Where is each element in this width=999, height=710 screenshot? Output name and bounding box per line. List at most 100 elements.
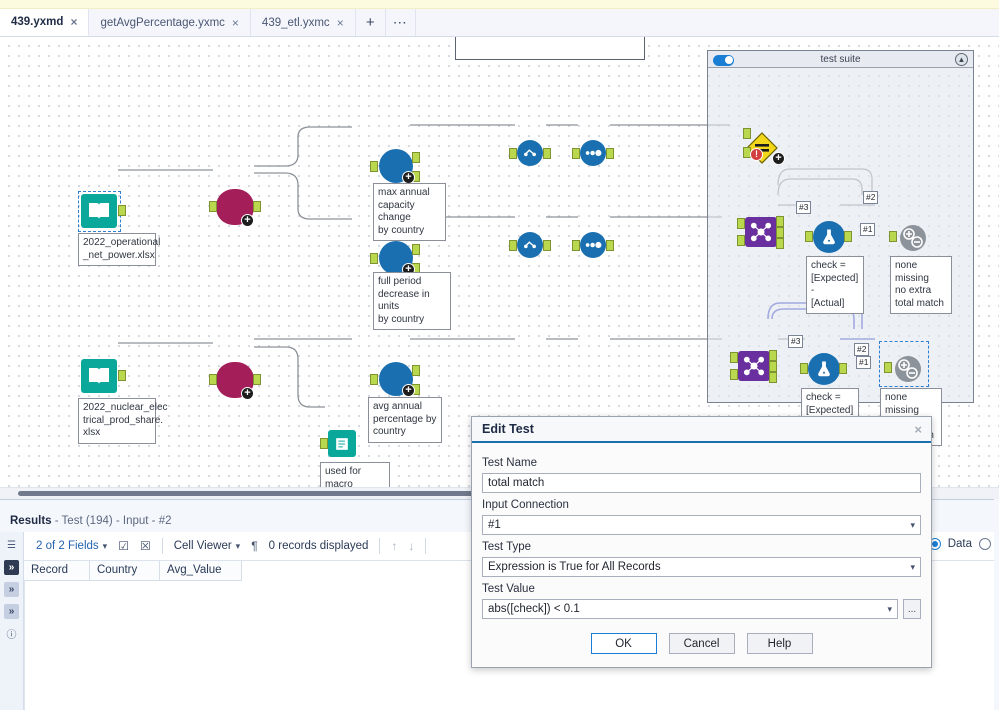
more-tabs-button[interactable]: ⋯ <box>386 9 416 36</box>
input-connector[interactable] <box>884 362 892 373</box>
output-connector-r[interactable] <box>776 238 784 249</box>
join-tool-2[interactable] <box>730 350 777 383</box>
cell-viewer-selector[interactable]: Cell Viewer ▾ <box>174 540 240 552</box>
input-connector[interactable] <box>889 231 897 242</box>
column-header-country[interactable]: Country <box>90 561 160 581</box>
input-connector-l[interactable] <box>737 218 745 229</box>
output-connector-j[interactable] <box>776 227 784 238</box>
pilcrow-icon[interactable]: ¶ <box>251 539 257 553</box>
test-value-browse-button[interactable]: ... <box>903 599 921 619</box>
select-tool-1[interactable] <box>572 140 614 166</box>
input-connector[interactable] <box>370 374 378 385</box>
output-connector[interactable] <box>412 152 420 163</box>
input-connector[interactable] <box>320 438 328 449</box>
input-tool-1[interactable] <box>81 194 126 228</box>
filter-tool-1[interactable]: + <box>209 189 261 227</box>
output-connector[interactable] <box>253 374 261 385</box>
close-icon[interactable]: × <box>70 16 77 28</box>
summarize-tool-1[interactable]: + <box>370 149 420 184</box>
input-connector-top[interactable] <box>743 128 751 139</box>
output-connector-j[interactable] <box>769 361 777 372</box>
scroll-down-icon[interactable]: ↓ <box>408 539 414 553</box>
close-icon[interactable]: × <box>914 422 922 437</box>
error-badge[interactable]: ! <box>750 148 763 161</box>
tab-439-yxmd[interactable]: 439.yxmd × <box>0 9 90 36</box>
summarize-tool-3[interactable]: + <box>370 362 420 397</box>
input-connection-select[interactable]: #1 ▾ <box>482 515 921 535</box>
input-connector[interactable] <box>370 161 378 172</box>
ok-button[interactable]: OK <box>590 633 657 654</box>
output-connector-r[interactable] <box>769 372 777 383</box>
output-connector[interactable] <box>118 205 126 216</box>
input-connector-l[interactable] <box>730 352 738 363</box>
test-tool-1[interactable] <box>889 223 928 253</box>
input-connector[interactable] <box>572 148 580 159</box>
close-icon[interactable]: × <box>337 17 344 29</box>
test-suite-container[interactable]: test suite ▲ + ! check = [Expected] - [A… <box>707 50 974 446</box>
close-icon[interactable]: × <box>232 17 239 29</box>
input-connector[interactable] <box>509 148 517 159</box>
filter-tool-2[interactable]: + <box>209 362 261 400</box>
input-tool-2[interactable] <box>81 359 126 393</box>
summarize-tool-2[interactable]: + <box>370 241 420 276</box>
join-tool-1[interactable] <box>737 216 784 249</box>
output-connector[interactable] <box>543 148 551 159</box>
input-connector[interactable] <box>800 363 808 374</box>
messages-icon-2[interactable]: » <box>4 582 19 597</box>
input-connector[interactable] <box>209 201 217 212</box>
output-connector[interactable] <box>844 231 852 242</box>
test-flask-tool-1[interactable] <box>805 221 852 253</box>
add-annotation-badge[interactable]: + <box>402 384 415 397</box>
test-tool-2[interactable] <box>884 354 923 384</box>
output-connector-l[interactable] <box>769 350 777 361</box>
select-tool-2[interactable] <box>572 232 614 258</box>
output-connector[interactable] <box>253 201 261 212</box>
output-connector[interactable] <box>412 365 420 376</box>
help-button[interactable]: Help <box>746 633 813 654</box>
messages-icon-1[interactable]: » <box>4 560 19 575</box>
partial-container-top[interactable] <box>455 37 645 60</box>
output-connector-l[interactable] <box>776 216 784 227</box>
output-connector[interactable] <box>606 148 614 159</box>
output-connector[interactable] <box>606 240 614 251</box>
add-annotation-badge[interactable]: + <box>241 387 254 400</box>
edit-test-dialog[interactable]: Edit Test × Test Name total match Input … <box>471 416 932 668</box>
add-annotation-badge[interactable]: + <box>772 152 785 165</box>
input-connector[interactable] <box>805 231 813 242</box>
test-value-select[interactable]: abs([check]) < 0.1 ▾ <box>482 599 898 619</box>
new-tab-button[interactable]: + <box>356 9 386 36</box>
scroll-up-icon[interactable]: ↑ <box>391 539 397 553</box>
test-name-input[interactable]: total match <box>482 473 921 493</box>
test-flask-tool-2[interactable] <box>800 353 847 385</box>
input-connector[interactable] <box>572 240 580 251</box>
formula-tool-1[interactable] <box>509 140 551 166</box>
output-connector[interactable] <box>118 370 126 381</box>
clear-icon[interactable]: ☒ <box>140 539 151 553</box>
tab-439-etl-yxmc[interactable]: 439_etl.yxmc × <box>251 9 356 36</box>
tab-getavgpercentage-yxmc[interactable]: getAvgPercentage.yxmc × <box>89 9 251 36</box>
container-toggle[interactable] <box>713 54 734 66</box>
messages-icon-3[interactable]: » <box>4 604 19 619</box>
input-connector[interactable] <box>370 253 378 264</box>
output-connector[interactable] <box>839 363 847 374</box>
cancel-button[interactable]: Cancel <box>668 633 735 654</box>
output-connector[interactable] <box>543 240 551 251</box>
collapse-button[interactable]: ▲ <box>955 53 968 66</box>
checkbox-icon[interactable]: ☑ <box>118 539 129 553</box>
output-connector[interactable] <box>412 244 420 255</box>
input-connector-r[interactable] <box>730 369 738 380</box>
add-annotation-badge[interactable]: + <box>241 214 254 227</box>
formula-tool-2[interactable] <box>509 232 551 258</box>
input-connector-r[interactable] <box>737 235 745 246</box>
list-icon[interactable]: ☰ <box>4 538 19 553</box>
comment-tool[interactable] <box>320 430 356 457</box>
input-connector[interactable] <box>509 240 517 251</box>
input-connector[interactable] <box>209 374 217 385</box>
column-header-avg-value[interactable]: Avg_Value <box>160 561 242 581</box>
fields-selector[interactable]: 2 of 2 Fields ▾ <box>36 540 107 552</box>
union-tool[interactable]: + ! <box>743 128 785 165</box>
help-icon[interactable]: ⓘ <box>4 626 19 641</box>
column-header-record[interactable]: Record <box>24 561 90 581</box>
test-type-select[interactable]: Expression is True for All Records ▾ <box>482 557 921 577</box>
metadata-radio[interactable] <box>979 538 991 550</box>
